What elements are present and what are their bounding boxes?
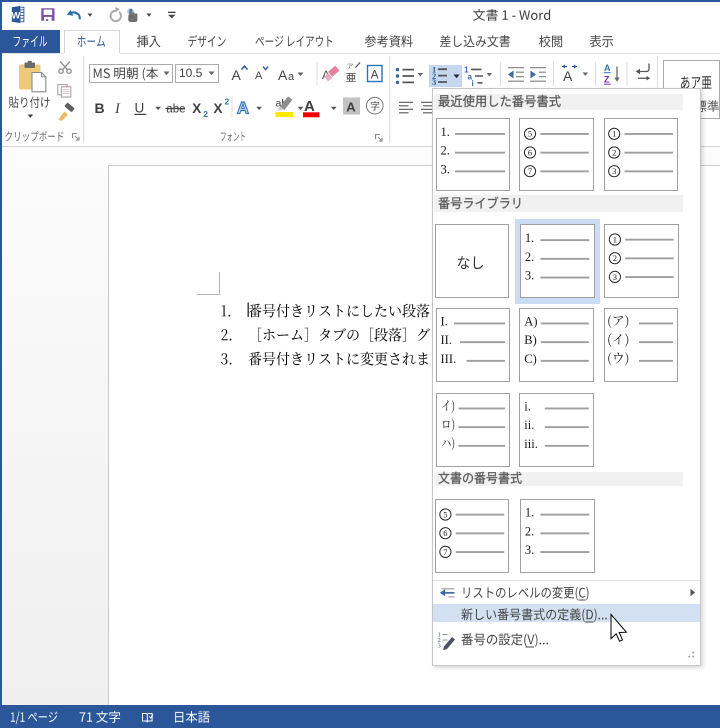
- svg-text:I.: I.: [441, 315, 448, 329]
- svg-text:3.: 3.: [525, 543, 534, 557]
- svg-text:C): C): [524, 352, 537, 366]
- svg-text:1.: 1.: [441, 125, 450, 139]
- svg-text:1.: 1.: [525, 231, 534, 245]
- svg-text:II.: II.: [441, 333, 452, 347]
- svg-text:2.: 2.: [441, 144, 450, 158]
- svg-text:3: 3: [612, 166, 616, 176]
- svg-text:6: 6: [528, 147, 532, 157]
- svg-text:III.: III.: [441, 352, 457, 366]
- svg-text:2.: 2.: [525, 250, 534, 264]
- svg-text:1: 1: [613, 234, 617, 244]
- svg-text:2: 2: [613, 253, 617, 263]
- svg-text:1.: 1.: [525, 506, 534, 520]
- svg-text:6: 6: [443, 528, 447, 538]
- svg-text:1: 1: [612, 129, 616, 139]
- svg-text:5: 5: [443, 509, 447, 519]
- svg-text:7: 7: [443, 547, 447, 557]
- svg-text:7: 7: [528, 166, 532, 176]
- svg-text:5: 5: [528, 129, 532, 139]
- svg-text:3: 3: [613, 272, 617, 282]
- svg-text:3: 3: [438, 643, 441, 650]
- svg-text:3.: 3.: [441, 162, 450, 176]
- svg-text:2.: 2.: [525, 524, 534, 538]
- svg-text:ii.: ii.: [524, 418, 534, 432]
- svg-text:i.: i.: [524, 400, 531, 414]
- svg-text:A): A): [524, 315, 537, 329]
- svg-text:2: 2: [612, 147, 616, 157]
- svg-text:iii.: iii.: [524, 437, 538, 451]
- svg-text:B): B): [524, 333, 537, 347]
- svg-text:3.: 3.: [525, 269, 534, 283]
